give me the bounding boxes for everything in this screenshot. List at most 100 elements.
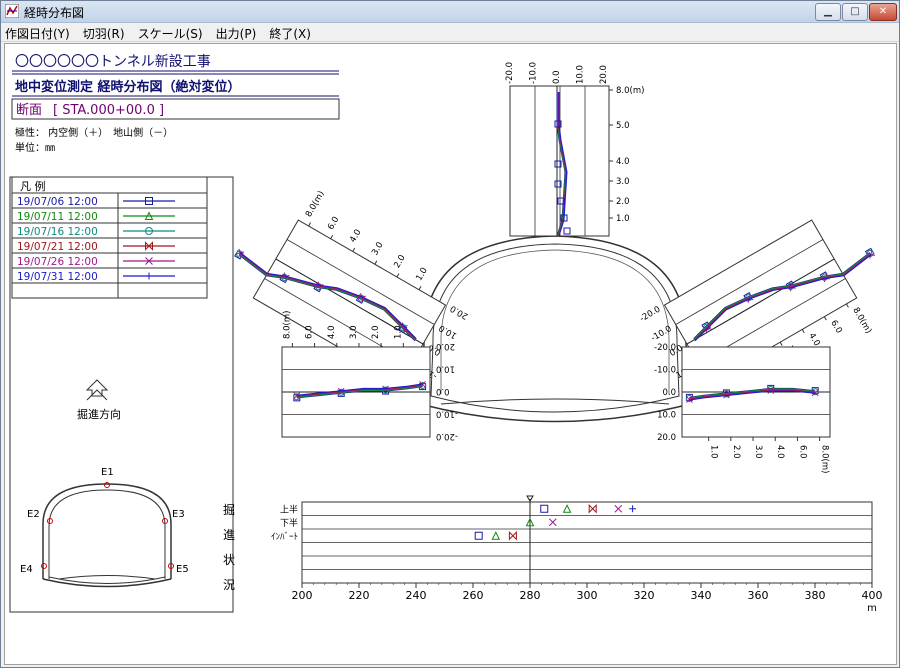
panel-upper-right-dtick-3 <box>801 329 805 334</box>
maximize-button[interactable]: □ <box>842 3 868 21</box>
panel-upper-left-dtick-4 <box>330 235 334 239</box>
panel-top-dlabel-4: 5.0 <box>616 121 630 131</box>
excav-side-char-1: 進 <box>223 528 235 542</box>
legend-date-3: 19/07/21 12:00 <box>17 241 98 253</box>
panel-lower-left-vlabel-3: 10.0 <box>436 364 455 374</box>
minimize-button[interactable]: ▁ <box>815 3 841 21</box>
section-value: [ STA.000+00.0 ] <box>53 103 164 118</box>
tunnel-cross-section <box>419 235 691 423</box>
excav-row-label-1: 下半 <box>280 517 298 529</box>
excav-row-label-2: ｲﾝﾊﾞｰﾄ <box>271 532 298 543</box>
panel-lower-left-dlabel-4: 6.0 <box>305 325 315 339</box>
app-window: 経時分布図 ▁ □ ✕ 作図日付(Y) 切羽(R) スケール(S) 出力(P) … <box>0 0 900 668</box>
panel-upper-right-vlabel-0: -20.0 <box>638 305 662 325</box>
sensor-label-e5: E5 <box>176 564 189 575</box>
excav-xlabel-7: 340 <box>691 589 712 602</box>
app-icon <box>5 4 19 18</box>
distribution-chart: 〇〇〇〇〇〇トンネル新設工事 地中変位測定 経時分布図（絶対変位） 断面 [ S… <box>9 54 883 614</box>
panel-top-vlabel-3: 10.0 <box>576 65 586 84</box>
unit-note: 単位：㎜ <box>15 141 55 154</box>
sensor-label-e4: E4 <box>20 564 33 575</box>
menu-face[interactable]: 切羽(R) <box>79 25 129 43</box>
panel-lower-left-dlabel-0: 1.0 <box>393 325 403 339</box>
excav-xlabel-9: 380 <box>805 589 826 602</box>
panel-upper-right-dlabel-3: 4.0 <box>806 331 821 348</box>
panel-lower-right-vlabel-0: -20.0 <box>654 343 676 353</box>
excav-xlabel-0: 200 <box>292 589 313 602</box>
panel-lower-left-dlabel-3: 4.0 <box>327 325 337 339</box>
panel-lower-left-dlabel-2: 3.0 <box>349 325 359 339</box>
legend-date-5: 19/07/31 12:00 <box>17 271 98 283</box>
excavation-status-chart: 掘進状況 上半下半 ｲﾝﾊﾞｰﾄ 200 220 240 260 280 300 320 340 36… <box>223 495 883 614</box>
sensor-label-e2: E2 <box>27 509 40 520</box>
chart-subtitle: 地中変位測定 経時分布図（絶対変位） <box>15 79 241 95</box>
legend-date-4: 19/07/26 12:00 <box>17 256 98 268</box>
panel-top-vlabel-4: 20.0 <box>599 65 609 84</box>
panel-lower-left-vlabel-4: 20.0 <box>436 341 455 351</box>
excav-unit: m <box>867 603 877 614</box>
sensor-label-e3: E3 <box>172 509 185 520</box>
panel-lower-left-vlabel-2: 0.0 <box>436 386 450 396</box>
excav-xlabel-6: 320 <box>634 589 655 602</box>
excav-xlabel-2: 240 <box>406 589 427 602</box>
excav-xlabel-1: 220 <box>349 589 370 602</box>
panel-lower-left-dlabel-5: 8.0(m) <box>282 311 292 339</box>
panel-top-dlabel-3: 4.0 <box>616 157 630 167</box>
panel-upper-left-dlabel-4: 6.0 <box>326 215 341 232</box>
sensor-label-e1: E1 <box>101 467 114 478</box>
title-bar[interactable]: 経時分布図 ▁ □ ✕ <box>1 1 899 23</box>
legend-date-1: 19/07/11 12:00 <box>17 211 98 223</box>
panel-lower-left-dlabel-1: 2.0 <box>371 325 381 339</box>
panel-lower-left-vlabel-1: -10.0 <box>436 409 458 419</box>
excav-xlabel-10: 400 <box>862 589 883 602</box>
menu-date[interactable]: 作図日付(Y) <box>1 25 74 43</box>
legend-date-0: 19/07/06 12:00 <box>17 196 98 208</box>
polarity-note: 極性： 内空側（＋） 地山側（－） <box>15 126 173 139</box>
close-button[interactable]: ✕ <box>869 3 897 21</box>
panel-top-dlabel-5: 8.0(m) <box>616 86 644 96</box>
panel-lower-left-vlabel-0: -20.0 <box>436 431 458 441</box>
panel-upper-left-dlabel-2: 3.0 <box>370 241 385 258</box>
section-label: 断面 <box>16 103 42 118</box>
panel-upper-left-dtick-3 <box>352 247 356 252</box>
panel-upper-right-dlabel-5: 8.0(m) <box>850 306 873 336</box>
excav-row-label-0: 上半 <box>280 504 298 516</box>
excav-side-char-2: 状 <box>223 553 235 567</box>
menu-scale[interactable]: スケール(S) <box>134 25 207 43</box>
panel-lower-right-dlabel-4: 6.0 <box>797 445 807 459</box>
excav-xlabel-4: 280 <box>520 589 541 602</box>
panel-upper-right-dtick-2 <box>779 341 783 346</box>
panel-upper-right-dtick-4 <box>823 316 827 321</box>
panel-upper-left-dtick-1 <box>396 273 400 278</box>
panel-lower-right-vlabel-2: 0.0 <box>662 388 676 398</box>
panel-lower-right-vlabel-1: -10.0 <box>654 366 676 376</box>
excav-face-marker-icon <box>526 495 534 502</box>
panel-upper-left-dtick-5 <box>308 222 312 227</box>
panel-lower-right-dlabel-3: 4.0 <box>775 445 785 459</box>
panel-lower-right-vlabel-3: 10.0 <box>657 411 676 421</box>
panel-upper-left-vlabel-4: 20.0 <box>449 303 470 321</box>
project-title: 〇〇〇〇〇〇トンネル新設工事 <box>15 54 211 70</box>
panel-upper-left-dlabel-5: 8.0(m) <box>304 189 327 219</box>
panel-lower-right-dlabel-0: 1.0 <box>709 445 719 459</box>
panel-top-dlabel-2: 3.0 <box>616 177 630 187</box>
panel-top-vlabel-2: 0.0 <box>552 70 562 84</box>
excav-xlabel-8: 360 <box>748 589 769 602</box>
mini-tunnel-diagram: E1 E2 E3 E4 E5 <box>20 467 189 588</box>
legend: 凡 例 19/07/06 12:00 19/07/11 12:00 19/07/16… <box>11 176 208 299</box>
panel-top-dlabel-0: 1.0 <box>616 214 630 224</box>
excav-xlabel-3: 260 <box>463 589 484 602</box>
excav-side-char-0: 掘 <box>223 502 235 517</box>
drawing-area: 〇〇〇〇〇〇トンネル新設工事 地中変位測定 経時分布図（絶対変位） 断面 [ S… <box>4 43 897 665</box>
menu-output[interactable]: 出力(P) <box>212 25 261 43</box>
excav-xlabel-5: 300 <box>577 589 598 602</box>
menu-exit[interactable]: 終了(X) <box>265 25 315 43</box>
panel-top: -20.0 -10.0 0.0 10.0 20.0 1.0 2.0 3.0 4.0 5.0 8.0(… <box>505 62 644 237</box>
panel-lower-right-dlabel-1: 2.0 <box>731 445 741 459</box>
panel-top-vlabel-1: -10.0 <box>529 62 539 84</box>
panel-upper-left-dtick-2 <box>374 260 378 265</box>
panel-upper-left-dtick-0 <box>418 286 422 290</box>
panel-upper-left-dlabel-0: 1.0 <box>414 266 429 283</box>
legend-date-2: 19/07/16 12:00 <box>17 226 98 238</box>
panel-top-vlabel-0: -20.0 <box>505 62 515 84</box>
